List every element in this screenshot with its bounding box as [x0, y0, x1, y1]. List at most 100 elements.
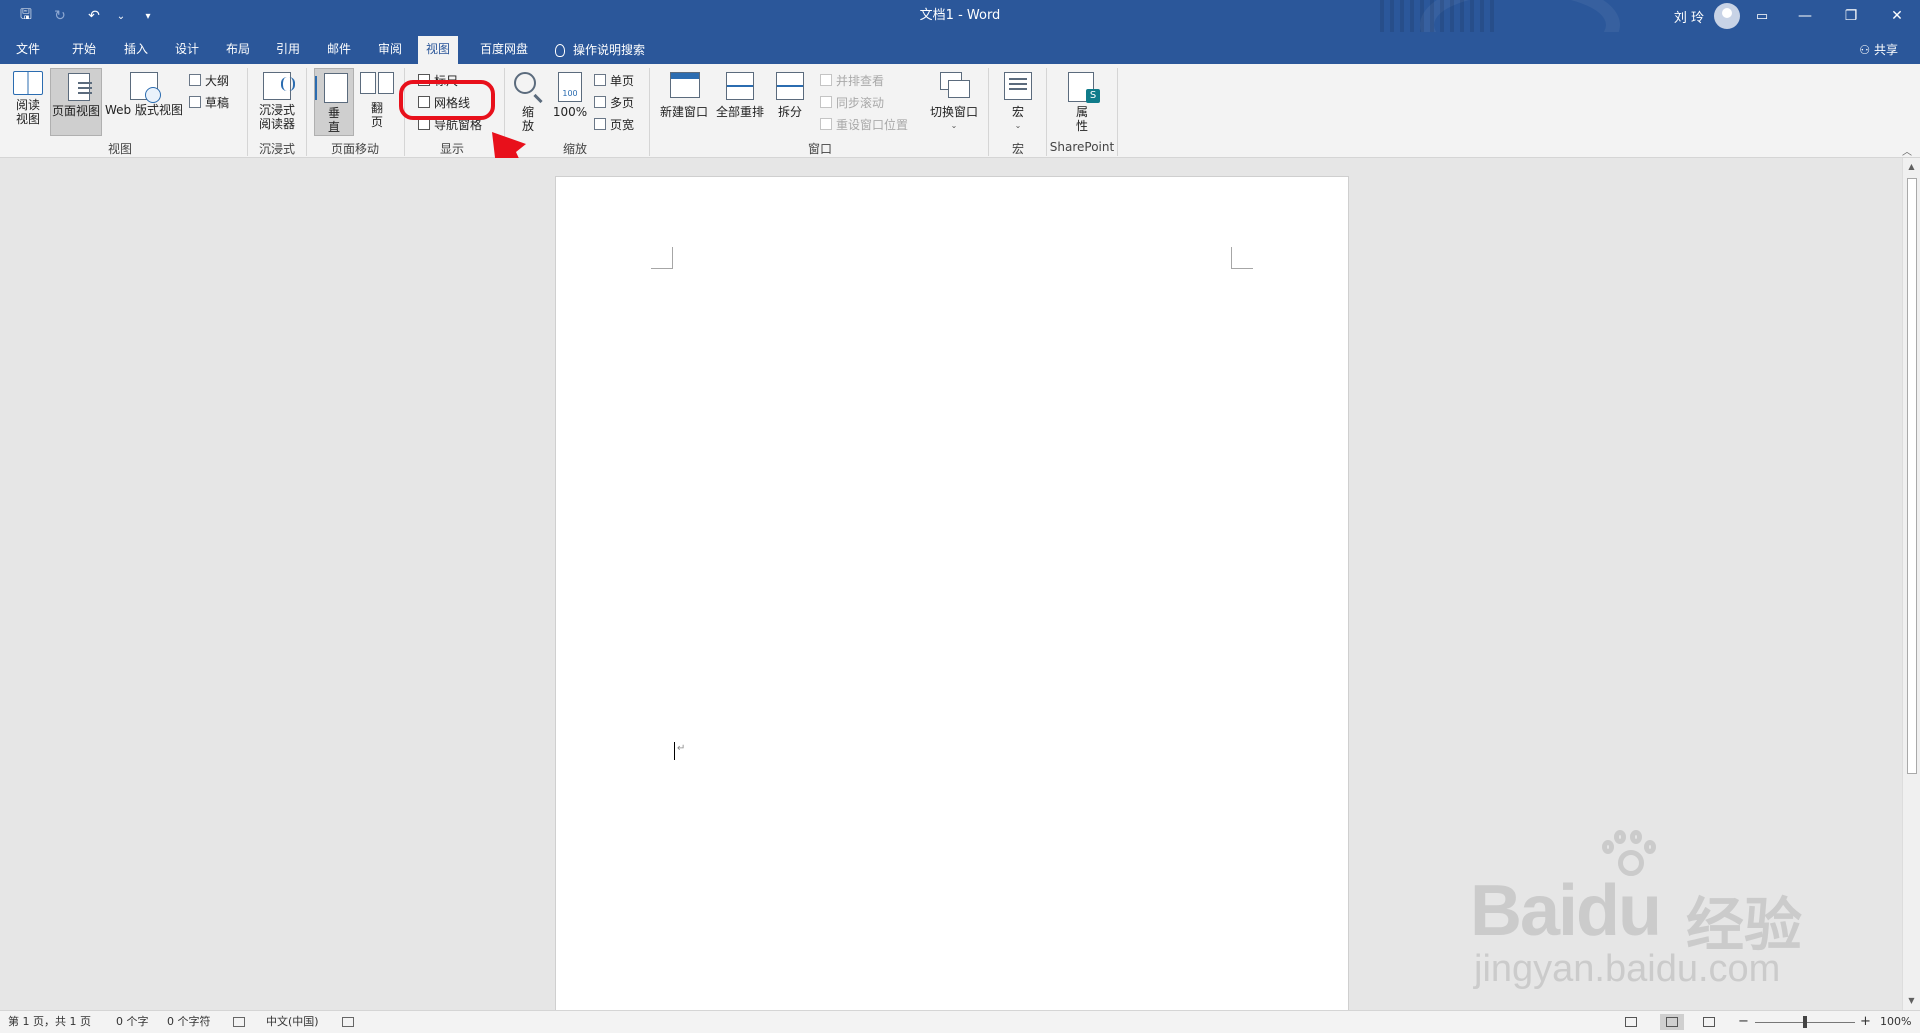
undo-icon[interactable]: ↶: [82, 4, 106, 28]
zoom-in-button[interactable]: +: [1860, 1011, 1871, 1033]
properties-button[interactable]: 属 性: [1052, 68, 1112, 136]
ribbon-view: 阅读 视图 页面视图 Web 版式视图 大纲 草稿 视图 沉浸式 阅读器 沉浸式…: [0, 64, 1920, 158]
tab-design[interactable]: 设计: [167, 36, 207, 64]
person-icon: ⚇: [1859, 43, 1870, 57]
ribbon-display-options-icon[interactable]: ▭: [1744, 0, 1780, 32]
read-mode-button[interactable]: 阅读 视图: [8, 68, 48, 136]
macro-recording-icon[interactable]: [342, 1011, 354, 1033]
avatar[interactable]: [1714, 3, 1740, 29]
watermark-brand: Bai: [1470, 871, 1578, 951]
group-separator: [1117, 68, 1118, 156]
group-label-page-movement: 页面移动: [330, 142, 379, 156]
new-window-button[interactable]: 新建窗口: [658, 68, 710, 136]
char-count[interactable]: 0 个字符: [167, 1011, 211, 1033]
collapse-ribbon-icon[interactable]: ︿: [1902, 143, 1912, 158]
redo-icon[interactable]: ↻: [48, 4, 72, 28]
group-separator: [1046, 68, 1047, 156]
read-mode-view-icon[interactable]: [1619, 1014, 1643, 1030]
side-to-side-icon: [360, 72, 394, 98]
tab-review[interactable]: 审阅: [370, 36, 410, 64]
group-label-macros: 宏: [1011, 142, 1024, 156]
tab-file[interactable]: 文件: [8, 36, 48, 64]
crop-mark-top-left: [651, 247, 673, 269]
status-bar: 第 1 页，共 1 页 0 个字 0 个字符 中文(中国) − + 100%: [0, 1010, 1920, 1033]
tab-insert[interactable]: 插入: [116, 36, 156, 64]
word-count[interactable]: 0 个字: [116, 1011, 149, 1033]
restore-button[interactable]: ❐: [1828, 0, 1874, 32]
view-side-by-side-button[interactable]: 并排查看: [820, 70, 884, 90]
tab-mailings[interactable]: 邮件: [319, 36, 359, 64]
close-button[interactable]: ✕: [1874, 0, 1920, 32]
print-layout-button[interactable]: 页面视图: [50, 68, 102, 136]
zoom-button[interactable]: 缩 放: [510, 68, 546, 136]
book-icon: [13, 71, 43, 95]
split-label: 拆分: [777, 105, 802, 119]
one-page-icon: [594, 74, 606, 86]
tab-home[interactable]: 开始: [64, 36, 104, 64]
baidu-jingyan-watermark: Baidu 经验 jingyan.baidu.com: [1470, 830, 1830, 990]
share-button[interactable]: ⚇ 共享: [1859, 36, 1898, 64]
immersive-reader-label: 沉浸式 阅读器: [258, 103, 295, 131]
ribbon-tabs: 文件 开始 插入 设计 布局 引用 邮件 审阅 视图 百度网盘 操作说明搜索 ⚇…: [0, 32, 1920, 64]
tab-references[interactable]: 引用: [268, 36, 308, 64]
tell-me-search[interactable]: 操作说明搜索: [555, 36, 645, 64]
proofing-icon[interactable]: [233, 1011, 245, 1033]
switch-windows-button[interactable]: 切换窗口 ⌄: [928, 68, 980, 136]
switch-windows-icon: [940, 72, 970, 98]
draft-label: 草稿: [205, 95, 230, 110]
macros-button[interactable]: 宏 ⌄: [996, 68, 1040, 136]
multiple-pages-button[interactable]: 多页: [594, 92, 634, 112]
zoom-100-label: 100%: [552, 105, 588, 119]
zoom-100-button[interactable]: 100 100%: [550, 68, 590, 136]
document-page[interactable]: ↵: [555, 176, 1349, 1033]
customize-qat-icon[interactable]: ▾: [136, 4, 160, 28]
immersive-reader-button[interactable]: 沉浸式 阅读器: [252, 68, 302, 136]
vertical-scrollbar[interactable]: ▲ ▼: [1902, 158, 1920, 1010]
page-count[interactable]: 第 1 页，共 1 页: [8, 1011, 91, 1033]
reset-window-position-button[interactable]: 重设窗口位置: [820, 114, 908, 134]
split-button[interactable]: 拆分: [770, 68, 810, 136]
group-label-views: 视图: [107, 142, 132, 156]
split-icon: [776, 72, 804, 100]
side-to-side-label: 翻 页: [370, 101, 383, 129]
minimize-button[interactable]: —: [1782, 0, 1828, 32]
vertical-button[interactable]: 垂 直: [314, 68, 354, 136]
group-label-zoom: 缩放: [562, 142, 587, 156]
properties-label: 属 性: [1075, 105, 1088, 133]
chevron-down-icon: ⌄: [1014, 121, 1022, 130]
zoom-out-button[interactable]: −: [1738, 1011, 1749, 1033]
draft-button[interactable]: 草稿: [189, 92, 229, 112]
window-title: 文档1 - Word: [919, 8, 1001, 23]
side-to-side-button[interactable]: 翻 页: [357, 68, 397, 136]
one-page-button[interactable]: 单页: [594, 70, 634, 90]
multiple-pages-label: 多页: [610, 95, 635, 110]
zoom-slider-thumb[interactable]: [1803, 1016, 1807, 1028]
arrange-all-button[interactable]: 全部重排: [714, 68, 766, 136]
share-label: 共享: [1873, 43, 1898, 57]
arrange-all-label: 全部重排: [715, 105, 764, 119]
user-account[interactable]: 刘 玲: [1674, 0, 1740, 32]
web-layout-view-icon[interactable]: [1697, 1014, 1721, 1030]
scroll-down-icon[interactable]: ▼: [1903, 994, 1920, 1008]
switch-windows-label: 切换窗口: [929, 105, 978, 119]
page-width-button[interactable]: 页宽: [594, 114, 634, 134]
tab-baidu-netdisk[interactable]: 百度网盘: [472, 36, 536, 64]
sync-scrolling-button[interactable]: 同步滚动: [820, 92, 884, 112]
web-layout-button[interactable]: Web 版式视图: [104, 68, 184, 136]
page-icon: [67, 73, 92, 101]
zoom-level[interactable]: 100%: [1880, 1011, 1911, 1033]
text-cursor: [674, 742, 675, 760]
language-indicator[interactable]: 中文(中国): [266, 1011, 319, 1033]
page-width-label: 页宽: [610, 117, 635, 132]
scroll-up-icon[interactable]: ▲: [1903, 160, 1920, 174]
macros-label: 宏: [1011, 105, 1024, 119]
undo-dropdown-icon[interactable]: ⌄: [116, 4, 126, 28]
scrollbar-thumb[interactable]: [1907, 178, 1917, 774]
tab-layout[interactable]: 布局: [218, 36, 258, 64]
tab-view[interactable]: 视图: [418, 36, 459, 64]
print-layout-view-icon[interactable]: [1660, 1014, 1684, 1030]
chevron-down-icon: ⌄: [950, 121, 958, 130]
save-icon[interactable]: 🖫: [14, 4, 38, 28]
outline-button[interactable]: 大纲: [189, 70, 229, 90]
window-controls: — ❐ ✕: [1782, 0, 1920, 32]
